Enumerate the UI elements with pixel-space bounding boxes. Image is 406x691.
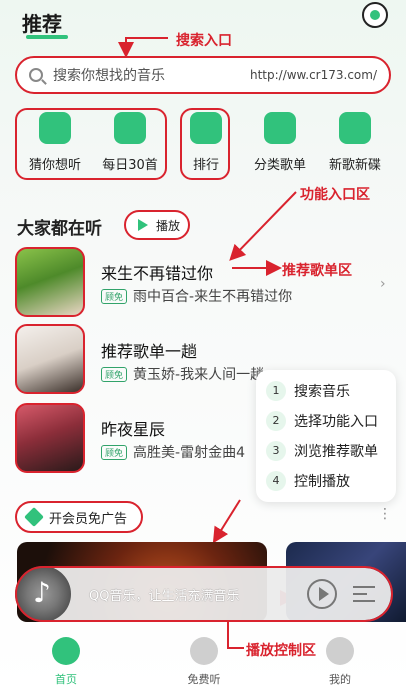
section-title: 大家都在听: [17, 219, 102, 239]
step-number: 4: [266, 471, 286, 491]
annotation-search: 搜索入口: [176, 33, 232, 49]
step-number: 3: [266, 441, 286, 461]
step-item: 2 选择功能入口: [266, 406, 386, 436]
search-bar[interactable]: 搜索你想找的音乐 http://ww.cr173.com/: [17, 58, 389, 92]
playlist-subtitle: 顾免 黄玉娇-我来人间一趟: [101, 364, 264, 384]
func-guess[interactable]: 猜你想听: [19, 112, 91, 173]
tab-home[interactable]: 首页: [36, 637, 96, 687]
watermark-url: http://ww.cr173.com/: [249, 68, 377, 82]
play-icon: [138, 219, 148, 231]
annotation-playlists: 推荐歌单区: [282, 263, 352, 279]
search-input[interactable]: 搜索你想找的音乐: [53, 65, 250, 85]
album-disc-icon[interactable]: [15, 566, 71, 622]
free-badge: 顾免: [101, 444, 128, 460]
func-label: 分类歌单: [253, 158, 306, 173]
player-title: QQ音乐，让生活充满音乐: [89, 588, 240, 604]
step-label: 浏览推荐歌单: [294, 444, 378, 460]
step-label: 控制播放: [294, 474, 350, 490]
func-label: 新歌新碟: [328, 158, 381, 173]
tab-label: 我的: [329, 673, 351, 686]
playlist-subtitle-text: 高胜美-雷射金曲4: [133, 445, 245, 461]
free-badge: 顾免: [101, 366, 128, 382]
play-all-button[interactable]: 播放: [126, 212, 188, 238]
calendar-icon: [114, 112, 146, 144]
playlist-cover[interactable]: [17, 249, 83, 315]
playlist-cover[interactable]: [17, 405, 83, 471]
diamond-icon: [24, 507, 44, 527]
user-icon: [326, 637, 354, 665]
func-label: 猜你想听: [28, 158, 81, 173]
tab-mine[interactable]: 我的: [310, 637, 370, 687]
func-new[interactable]: 新歌新碟: [319, 112, 391, 173]
step-item: 1 搜索音乐: [266, 376, 386, 406]
step-label: 搜索音乐: [294, 384, 350, 400]
playlist-queue-icon[interactable]: [353, 586, 375, 602]
annotation-functions: 功能入口区: [300, 187, 370, 203]
vip-label: 开会员免广告: [49, 511, 128, 527]
play-all-label: 播放: [156, 218, 181, 233]
playlist-subtitle-text: 雨中百合-来生不再错过你: [133, 289, 293, 305]
pause-icon: [190, 637, 218, 665]
radio-icon: [39, 112, 71, 144]
play-icon[interactable]: [307, 579, 337, 609]
step-label: 选择功能入口: [294, 414, 378, 430]
playlist-cover[interactable]: [17, 326, 83, 392]
chevron-right-icon[interactable]: ›: [380, 276, 386, 292]
music-note-icon: [339, 112, 371, 144]
step-number: 2: [266, 411, 286, 431]
func-label: 排行: [192, 158, 219, 173]
func-category[interactable]: 分类歌单: [244, 112, 316, 173]
tab-free[interactable]: 免费听: [174, 637, 234, 687]
home-icon: [52, 637, 80, 665]
func-label: 每日30首: [102, 158, 158, 173]
free-badge: 顾免: [101, 288, 128, 304]
playlist-subtitle-text: 黄玉娇-我来人间一趟: [133, 367, 265, 383]
playlist-subtitle: 顾免 高胜美-雷射金曲4: [101, 442, 245, 462]
playlist-title[interactable]: 昨夜星辰: [101, 416, 165, 440]
grid-icon: [264, 112, 296, 144]
tab-label: 免费听: [187, 673, 221, 686]
step-item: 4 控制播放: [266, 466, 386, 496]
playlist-title[interactable]: 来生不再错过你: [101, 260, 213, 284]
playlist-subtitle: 顾免 雨中百合-来生不再错过你: [101, 286, 292, 306]
step-item: 3 浏览推荐歌单: [266, 436, 386, 466]
annotation-player: 播放控制区: [246, 643, 316, 659]
chart-icon: [190, 112, 222, 144]
vip-button[interactable]: 开会员免广告: [17, 503, 141, 531]
func-daily[interactable]: 每日30首: [94, 112, 166, 173]
func-rank[interactable]: 排行: [170, 112, 242, 173]
mini-player[interactable]: QQ音乐，让生活充满音乐: [15, 566, 391, 622]
playlist-title[interactable]: 推荐歌单一趟: [101, 338, 197, 362]
steps-popup: 1 搜索音乐 2 选择功能入口 3 浏览推荐歌单 4 控制播放: [256, 370, 396, 502]
tab-label: 首页: [55, 673, 77, 686]
search-icon: [29, 68, 43, 82]
step-number: 1: [266, 381, 286, 401]
more-icon[interactable]: ⋮: [378, 506, 392, 522]
